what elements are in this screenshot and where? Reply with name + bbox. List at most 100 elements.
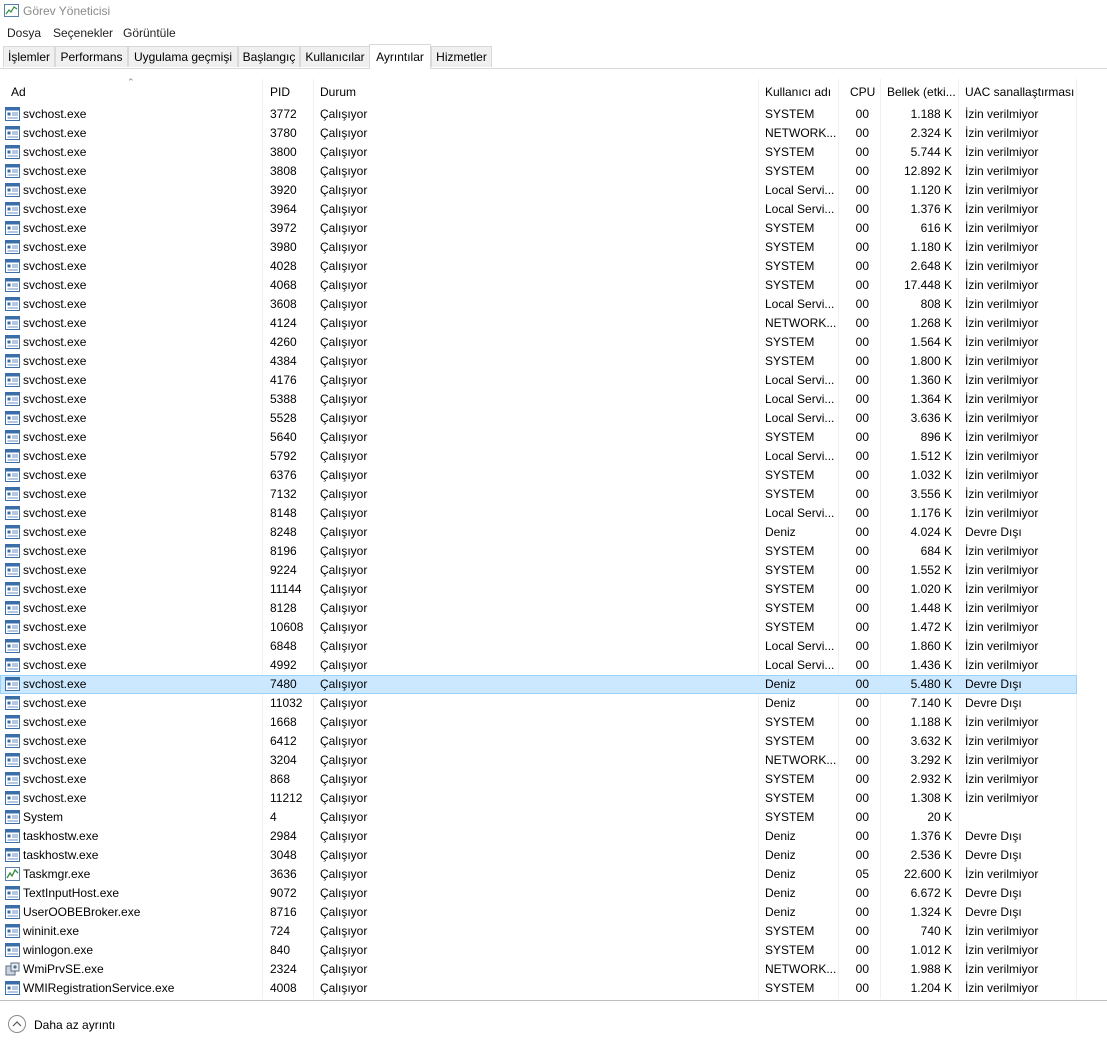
table-row[interactable]: svchost.exe 8196 Çalışıyor SYSTEM 00 684 K İzi… — [0, 542, 1077, 561]
column-header-memory[interactable]: Bellek (etki... — [887, 79, 957, 105]
table-row[interactable]: WMIRegistrationService.exe 4008 Çalışıyor S… — [0, 979, 1077, 998]
menu-file[interactable]: Dosya — [7, 26, 41, 40]
column-header-cpu[interactable]: CPU — [850, 79, 879, 105]
cell-uac: İzin verilmiyor — [965, 259, 1039, 273]
table-row[interactable]: taskhostw.exe 3048 Çalışıyor Deniz 00 2.536 K… — [0, 846, 1077, 865]
cell-uac: İzin verilmiyor — [965, 791, 1039, 805]
table-row[interactable]: svchost.exe 8248 Çalışıyor Deniz 00 4.024 K De… — [0, 523, 1077, 542]
table-row[interactable]: svchost.exe 4260 Çalışıyor SYSTEM 00 1.564 K İ… — [0, 333, 1077, 352]
table-row[interactable]: svchost.exe 4028 Çalışıyor SYSTEM 00 2.648 K İ… — [0, 257, 1077, 276]
tab-details[interactable]: Ayrıntılar — [369, 44, 431, 69]
cell-status: Çalışıyor — [320, 905, 368, 919]
table-row[interactable]: svchost.exe 4124 Çalışıyor NETWORK... 00 1.26… — [0, 314, 1077, 333]
table-row[interactable]: svchost.exe 3780 Çalışıyor NETWORK... 00 2.32… — [0, 124, 1077, 143]
table-row[interactable]: svchost.exe 3980 Çalışıyor SYSTEM 00 1.180 K İ… — [0, 238, 1077, 257]
cell-cpu: 00 — [855, 278, 869, 292]
cell-name: TextInputHost.exe — [23, 886, 120, 900]
table-row[interactable]: svchost.exe 11032 Çalışıyor Deniz 00 7.140 K D… — [0, 694, 1077, 713]
cell-uac: İzin verilmiyor — [965, 544, 1039, 558]
cell-user: Local Servi... — [765, 449, 835, 463]
column-header-user[interactable]: Kullanıcı adı — [765, 79, 837, 105]
cell-uac: Devre Dışı — [965, 905, 1022, 919]
tab-users[interactable]: Kullanıcılar — [300, 46, 370, 67]
cell-memory: 896 K — [920, 430, 952, 444]
program-window-icon — [5, 544, 20, 558]
table-row[interactable]: svchost.exe 5640 Çalışıyor SYSTEM 00 896 K İzi… — [0, 428, 1077, 447]
cell-uac: İzin verilmiyor — [965, 278, 1039, 292]
cell-cpu: 05 — [855, 867, 869, 881]
cell-uac: İzin verilmiyor — [965, 335, 1039, 349]
table-row[interactable]: svchost.exe 8128 Çalışıyor SYSTEM 00 1.448 K İ… — [0, 599, 1077, 618]
table-row[interactable]: svchost.exe 5792 Çalışıyor Local Servi... 00… — [0, 447, 1077, 466]
cell-status: Çalışıyor — [320, 886, 368, 900]
tab-startup[interactable]: Başlangıç — [238, 46, 300, 67]
tab-services[interactable]: Hizmetler — [431, 46, 492, 67]
table-row[interactable]: TextInputHost.exe 9072 Çalışıyor Deniz 00 6.6… — [0, 884, 1077, 903]
table-row[interactable]: svchost.exe 4176 Çalışıyor Local Servi... 00… — [0, 371, 1077, 390]
tab-app-history[interactable]: Uygulama geçmişi — [128, 46, 238, 67]
cell-name: svchost.exe — [23, 544, 87, 558]
tab-processes[interactable]: İşlemler — [3, 46, 55, 67]
menu-options[interactable]: Seçenekler — [53, 26, 113, 40]
table-row[interactable]: svchost.exe 3972 Çalışıyor SYSTEM 00 616 K İzi… — [0, 219, 1077, 238]
table-row[interactable]: svchost.exe 3608 Çalışıyor Local Servi... 00… — [0, 295, 1077, 314]
table-row[interactable]: svchost.exe 5528 Çalışıyor Local Servi... 00… — [0, 409, 1077, 428]
cell-cpu: 00 — [855, 639, 869, 653]
table-row[interactable]: svchost.exe 10608 Çalışıyor SYSTEM 00 1.472 K… — [0, 618, 1077, 637]
table-row[interactable]: svchost.exe 868 Çalışıyor SYSTEM 00 2.932 K İz… — [0, 770, 1077, 789]
cell-name: svchost.exe — [23, 468, 87, 482]
cell-uac: İzin verilmiyor — [965, 240, 1039, 254]
column-header-name[interactable]: Ad — [11, 79, 261, 105]
column-header-uac[interactable]: UAC sanallaştırması — [965, 79, 1075, 105]
table-row[interactable]: svchost.exe 3800 Çalışıyor SYSTEM 00 5.744 K İ… — [0, 143, 1077, 162]
table-row[interactable]: winlogon.exe 840 Çalışıyor SYSTEM 00 1.012 K İ… — [0, 941, 1077, 960]
cell-cpu: 00 — [855, 677, 869, 691]
table-row[interactable]: svchost.exe 7480 Çalışıyor Deniz 00 5.480 K De… — [0, 675, 1077, 694]
table-row[interactable]: svchost.exe 8148 Çalışıyor Local Servi... 00… — [0, 504, 1077, 523]
table-row[interactable]: svchost.exe 1668 Çalışıyor SYSTEM 00 1.188 K İ… — [0, 713, 1077, 732]
table-row[interactable]: svchost.exe 4384 Çalışıyor SYSTEM 00 1.800 K İ… — [0, 352, 1077, 371]
table-row[interactable]: svchost.exe 3964 Çalışıyor Local Servi... 00… — [0, 200, 1077, 219]
table-row[interactable]: svchost.exe 3808 Çalışıyor SYSTEM 00 12.892 K… — [0, 162, 1077, 181]
table-row[interactable]: svchost.exe 11212 Çalışıyor SYSTEM 00 1.308 K… — [0, 789, 1077, 808]
table-row[interactable]: svchost.exe 3920 Çalışıyor Local Servi... 00… — [0, 181, 1077, 200]
table-row[interactable]: UserOOBEBroker.exe 8716 Çalışıyor Deniz 00 1.… — [0, 903, 1077, 922]
table-row[interactable]: svchost.exe 3772 Çalışıyor SYSTEM 00 1.188 K İ… — [0, 105, 1077, 124]
cell-name: svchost.exe — [23, 658, 87, 672]
cell-uac: Devre Dışı — [965, 848, 1022, 862]
cell-uac: İzin verilmiyor — [965, 202, 1039, 216]
table-row[interactable]: svchost.exe 7132 Çalışıyor SYSTEM 00 3.556 K İ… — [0, 485, 1077, 504]
table-row[interactable]: svchost.exe 6848 Çalışıyor Local Servi... 00… — [0, 637, 1077, 656]
cell-uac: İzin verilmiyor — [965, 411, 1039, 425]
table-row[interactable]: System 4 Çalışıyor SYSTEM 00 20 K — [0, 808, 1077, 827]
cell-memory: 2.932 K — [910, 772, 952, 786]
program-window-icon — [5, 601, 20, 615]
cell-pid: 3780 — [270, 126, 297, 140]
table-row[interactable]: svchost.exe 4068 Çalışıyor SYSTEM 00 17.448 K… — [0, 276, 1077, 295]
table-row[interactable]: taskhostw.exe 2984 Çalışıyor Deniz 00 1.376 K… — [0, 827, 1077, 846]
cell-memory: 2.648 K — [910, 259, 952, 273]
menu-view[interactable]: Görüntüle — [123, 26, 176, 40]
tab-performance[interactable]: Performans — [55, 46, 128, 67]
cell-memory: 3.632 K — [910, 734, 952, 748]
table-row[interactable]: svchost.exe 3204 Çalışıyor NETWORK... 00 3.29… — [0, 751, 1077, 770]
cell-memory: 6.672 K — [910, 886, 952, 900]
cell-cpu: 00 — [855, 810, 869, 824]
cell-uac: İzin verilmiyor — [965, 867, 1039, 881]
table-row[interactable]: svchost.exe 4992 Çalışıyor Local Servi... 00… — [0, 656, 1077, 675]
table-row[interactable]: svchost.exe 9224 Çalışıyor SYSTEM 00 1.552 K İ… — [0, 561, 1077, 580]
cell-memory: 1.360 K — [910, 373, 952, 387]
table-row[interactable]: Taskmgr.exe 3636 Çalışıyor Deniz 05 22.600 K İ… — [0, 865, 1077, 884]
column-header-status[interactable]: Durum — [320, 79, 757, 105]
table-row[interactable]: svchost.exe 11144 Çalışıyor SYSTEM 00 1.020 K… — [0, 580, 1077, 599]
table-row[interactable]: wininit.exe 724 Çalışıyor SYSTEM 00 740 K İzin… — [0, 922, 1077, 941]
table-row[interactable]: WmiPrvSE.exe 2324 Çalışıyor NETWORK... 00 1.9… — [0, 960, 1077, 979]
column-header-pid[interactable]: PID — [270, 79, 312, 105]
cell-user: SYSTEM — [765, 487, 815, 501]
table-row[interactable]: svchost.exe 6376 Çalışıyor SYSTEM 00 1.032 K İ… — [0, 466, 1077, 485]
program-window-icon — [5, 392, 20, 406]
table-row[interactable]: svchost.exe 5388 Çalışıyor Local Servi... 00… — [0, 390, 1077, 409]
cell-cpu: 00 — [855, 506, 869, 520]
cell-user: Deniz — [765, 829, 796, 843]
table-row[interactable]: svchost.exe 6412 Çalışıyor SYSTEM 00 3.632 K İ… — [0, 732, 1077, 751]
